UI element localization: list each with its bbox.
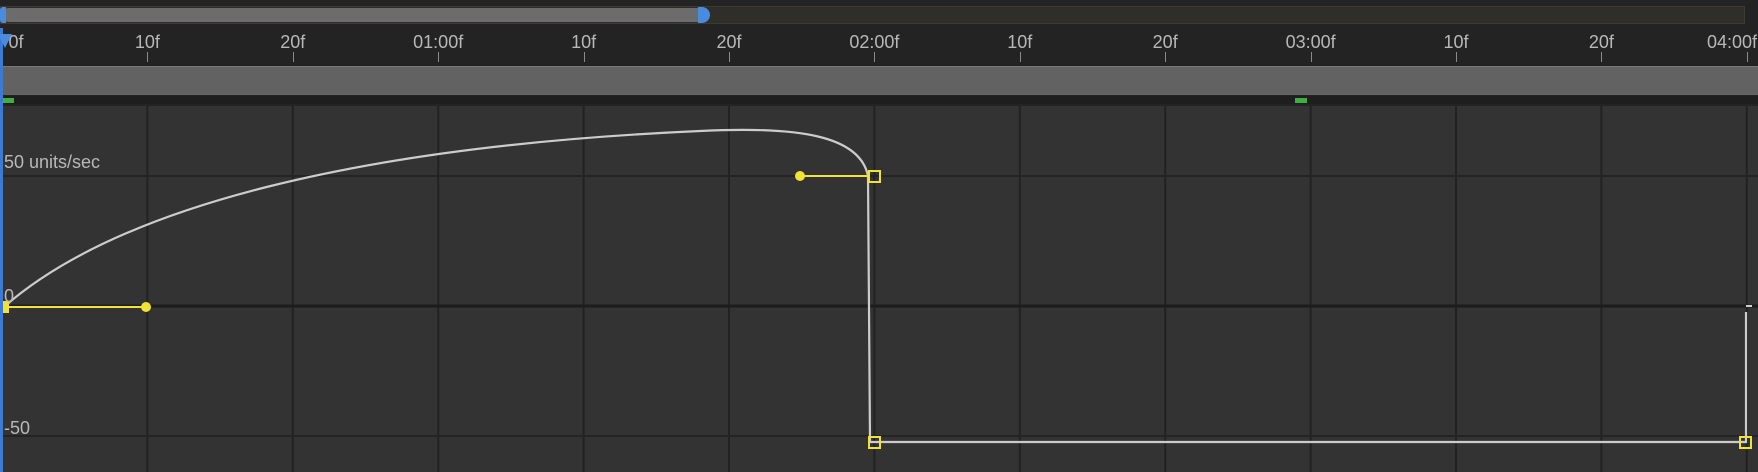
ruler-tick-label: 10f [571, 32, 597, 52]
ruler-tick-label: 03:00f [1285, 32, 1336, 52]
ruler-tick-label: 10f [1443, 32, 1469, 52]
ruler-tick-label: 10f [134, 32, 160, 52]
ruler-tick-mark [147, 52, 149, 62]
ruler-tick-mark [292, 52, 294, 62]
work-area-bar[interactable] [0, 66, 1758, 95]
value-label-zero: 0 [4, 286, 15, 306]
influence-handle[interactable] [141, 302, 151, 312]
ruler-tick-label: 20f [1152, 32, 1178, 52]
marker[interactable] [1295, 98, 1307, 103]
ruler-tick-mark [1019, 52, 1021, 62]
ruler-tick-mark [1310, 52, 1312, 62]
marker-strip [0, 96, 1758, 104]
ruler-tick-mark [1601, 52, 1603, 62]
ruler-tick-mark [583, 52, 585, 62]
ruler-tick-mark [1746, 52, 1748, 62]
value-label-top: 50 units/sec [4, 152, 101, 172]
playhead-handle[interactable] [0, 34, 12, 48]
graph-background [0, 106, 1758, 472]
ruler-tick-mark [874, 52, 876, 62]
ruler-tick-mark [1456, 52, 1457, 62]
ruler-tick-label: 20f [1588, 32, 1614, 52]
graph-editor: 0f 10f 20f 01:00f 10f 20f 02:00f 10f 20f 03:00f 10… [0, 0, 1758, 472]
ruler-tick-label: 10f [1007, 32, 1033, 52]
time-navigator-range[interactable] [2, 8, 702, 22]
ruler-tick-label: 01:00f [413, 32, 464, 52]
influence-handle[interactable] [795, 171, 805, 181]
playhead[interactable] [0, 28, 3, 472]
value-label-bottom: -50 [4, 418, 31, 438]
marker[interactable] [2, 98, 14, 103]
ruler-tick-mark [438, 52, 440, 62]
time-ruler[interactable]: 0f 10f 20f 01:00f 10f 20f 02:00f 10f 20f 03:00f 10… [0, 28, 1758, 64]
ruler-tick-label: 02:00f [849, 32, 900, 52]
ruler-tick-label: 04:00f [1706, 32, 1758, 52]
ruler-tick-mark [729, 52, 730, 62]
ruler-tick-label: 20f [280, 32, 306, 52]
time-navigator-start-handle[interactable] [0, 7, 6, 23]
ruler-tick-label: 20f [716, 32, 742, 52]
speed-graph[interactable] [0, 106, 1758, 472]
ruler-tick-mark [1165, 52, 1167, 62]
